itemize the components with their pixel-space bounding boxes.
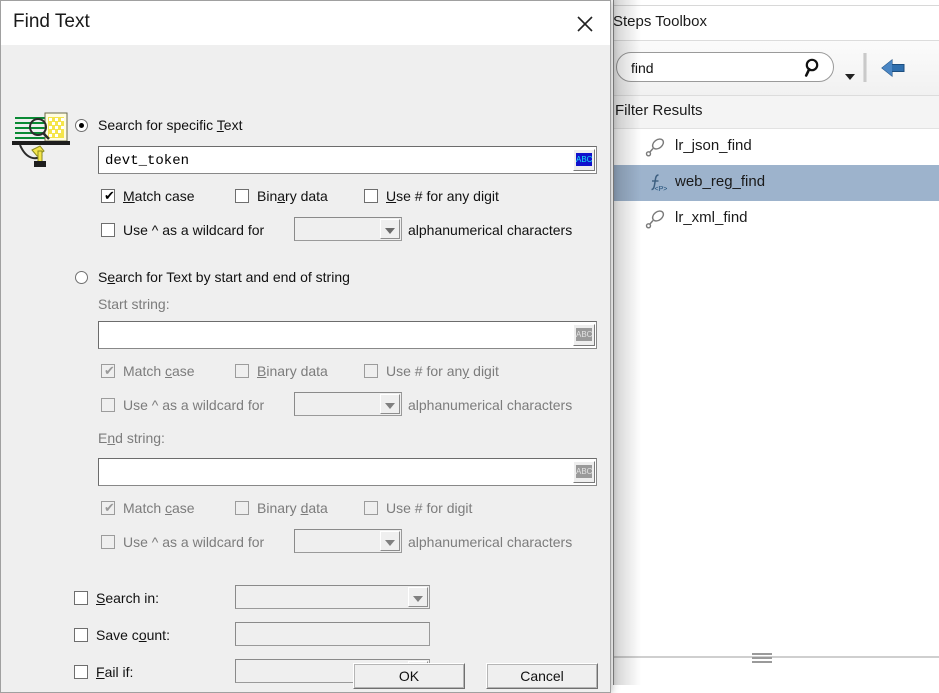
step-function-icon: <P>	[651, 174, 668, 193]
steps-toolbox-panel: Steps Toolbox Filter Results	[613, 0, 939, 685]
back-arrow-icon[interactable]	[878, 55, 908, 81]
toolbar-divider	[863, 53, 867, 82]
list-item[interactable]: <P> web_reg_find	[613, 165, 939, 201]
start-string-label: Start string:	[98, 296, 170, 312]
chevron-down-icon[interactable]	[845, 74, 855, 80]
checkbox-match-case-1[interactable]: ✔	[101, 189, 115, 203]
end-string-label: End string:	[98, 430, 165, 446]
checkbox-wildcard-2[interactable]	[101, 398, 115, 412]
abc-label-2: ABC	[576, 328, 593, 341]
checkbox-any-digit-2[interactable]	[364, 364, 378, 378]
checkbox-any-digit-3[interactable]	[364, 501, 378, 515]
checkbox-wildcard-3-label: Use ^ as a wildcard for	[123, 534, 265, 550]
dialog-titlebar: Find Text	[1, 1, 610, 45]
panel-left-shadow	[613, 0, 641, 685]
checkbox-match-case-2[interactable]: ✔	[101, 364, 115, 378]
start-string-input[interactable]	[103, 325, 284, 347]
list-item-label: lr_xml_find	[675, 209, 748, 226]
wildcard-suffix-2: alphanumerical characters	[408, 397, 573, 413]
checkbox-binary-data-3-label: Binary data	[257, 500, 328, 516]
find-text-dialog: Find Text Search for specific Text devt_…	[0, 0, 611, 693]
wildcard-count-combo-2[interactable]	[294, 392, 402, 416]
wildcard-count-combo-3[interactable]	[294, 529, 402, 553]
checkbox-wildcard-2-label: Use ^ as a wildcard for	[123, 397, 265, 413]
step-icon	[645, 138, 665, 157]
list-item-label: web_reg_find	[675, 173, 766, 190]
panel-splitter[interactable]	[613, 653, 939, 663]
checkbox-wildcard-3[interactable]	[101, 535, 115, 549]
filter-results-list: lr_json_find <P> web_reg_find lr_xml_fin…	[613, 129, 939, 249]
checkbox-wildcard-1-label: Use ^ as a wildcard for	[123, 222, 265, 238]
wildcard-suffix-1: alphanumerical characters	[408, 222, 573, 238]
wildcard-count-combo-1[interactable]	[294, 217, 402, 241]
abc-button-2[interactable]: ABC	[573, 324, 595, 346]
filter-results-header: Filter Results	[613, 96, 939, 129]
list-item[interactable]: lr_json_find	[613, 129, 939, 165]
save-count-field[interactable]	[235, 622, 430, 646]
checkbox-any-digit-2-label: Use # for any digit	[386, 363, 499, 379]
list-item[interactable]: lr_xml_find	[613, 201, 939, 237]
checkbox-match-case-3-label: Match case	[123, 500, 195, 516]
checkbox-search-in[interactable]	[74, 591, 88, 605]
panel-top-strip	[613, 0, 939, 6]
radio-search-start-end[interactable]	[75, 271, 88, 284]
dialog-title: Find Text	[13, 11, 90, 32]
panel-title: Steps Toolbox	[613, 13, 707, 30]
search-input[interactable]	[629, 57, 793, 79]
checkbox-wildcard-1[interactable]	[101, 223, 115, 237]
checkbox-save-count-label: Save count:	[96, 627, 170, 643]
checkbox-binary-data-3[interactable]	[235, 501, 249, 515]
search-in-combo[interactable]	[235, 585, 430, 609]
checkbox-binary-data-2-label: Binary data	[257, 363, 328, 379]
checkbox-search-in-label: Search in:	[96, 590, 160, 606]
chevron-down-icon[interactable]	[380, 219, 400, 239]
find-text-icon	[12, 112, 70, 167]
step-icon	[645, 210, 665, 229]
checkbox-fail-if-label: Fail if:	[96, 664, 134, 680]
search-text-input[interactable]	[103, 150, 284, 172]
checkbox-save-count[interactable]	[74, 628, 88, 642]
search-text-field[interactable]	[98, 146, 597, 174]
start-string-field[interactable]	[98, 321, 597, 349]
abc-label-3: ABC	[576, 465, 593, 478]
end-string-input[interactable]	[103, 462, 284, 484]
ok-button[interactable]: OK	[353, 663, 465, 689]
checkbox-binary-data-2[interactable]	[235, 364, 249, 378]
close-icon[interactable]	[570, 9, 600, 37]
checkbox-match-case-3[interactable]: ✔	[101, 501, 115, 515]
search-box[interactable]	[616, 52, 834, 82]
checkbox-binary-data-1-label: Binary data	[257, 188, 328, 204]
svg-text:<P>: <P>	[655, 186, 668, 193]
checkbox-match-case-2-label: Match case	[123, 363, 195, 379]
list-item-label: lr_json_find	[675, 137, 752, 154]
checkbox-any-digit-1-label: Use # for any digit	[386, 188, 499, 204]
splitter-grip[interactable]	[752, 653, 772, 663]
search-icon	[804, 58, 819, 77]
abc-button-3[interactable]: ABC	[573, 461, 595, 483]
chevron-down-icon[interactable]	[408, 587, 428, 607]
dialog-body: Search for specific Text ABC ✔ Match cas…	[1, 45, 610, 692]
checkbox-binary-data-1[interactable]	[235, 189, 249, 203]
abc-button-1[interactable]: ABC	[573, 149, 595, 171]
checkbox-match-case-1-label: Match case	[123, 188, 195, 204]
checkbox-fail-if[interactable]	[74, 665, 88, 679]
abc-label-1: ABC	[576, 153, 593, 166]
checkbox-any-digit-3-label: Use # for digit	[386, 500, 473, 516]
chevron-down-icon[interactable]	[380, 394, 400, 414]
cancel-button[interactable]: Cancel	[486, 663, 598, 689]
radio-search-specific-text-label: Search for specific Text	[98, 117, 243, 133]
wildcard-suffix-3: alphanumerical characters	[408, 534, 573, 550]
toolbox-search-row	[613, 41, 939, 96]
checkbox-any-digit-1[interactable]	[364, 189, 378, 203]
radio-search-specific-text[interactable]	[75, 119, 88, 132]
end-string-field[interactable]	[98, 458, 597, 486]
chevron-down-icon[interactable]	[380, 531, 400, 551]
radio-search-start-end-label: Search for Text by start and end of stri…	[98, 269, 350, 285]
panel-empty-body	[613, 249, 939, 645]
